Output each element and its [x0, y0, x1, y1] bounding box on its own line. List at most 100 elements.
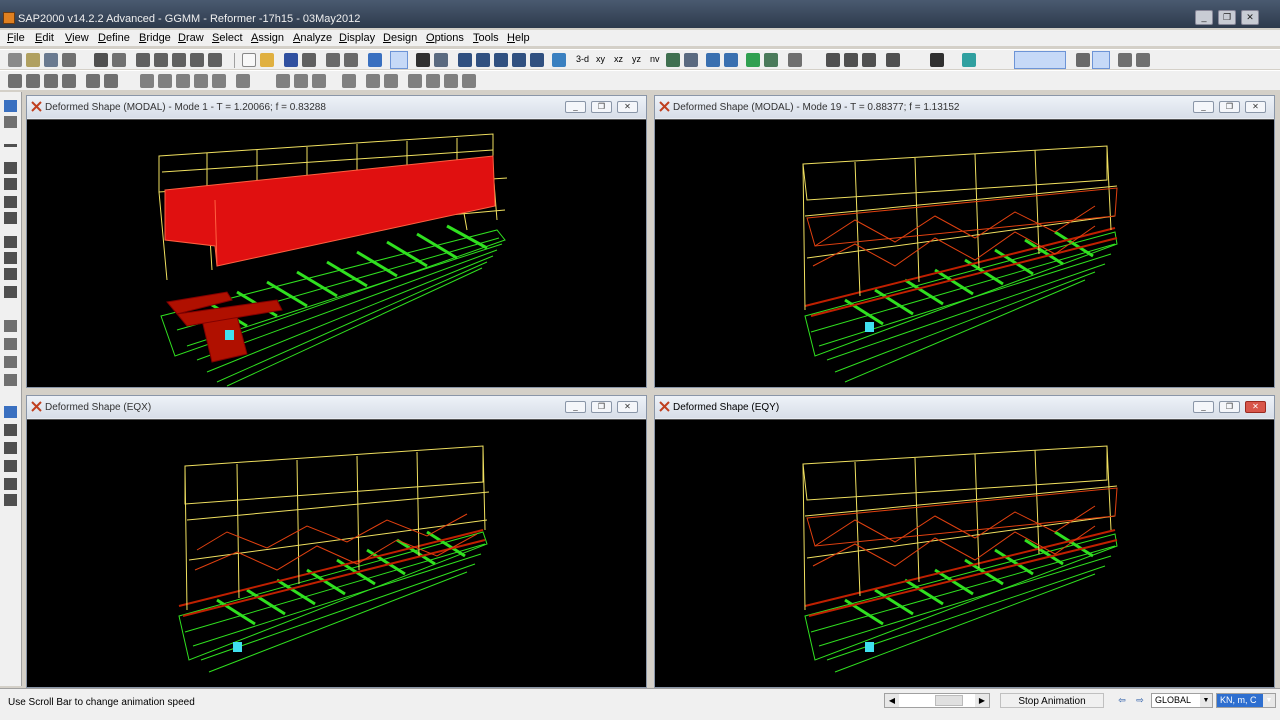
- support-icon[interactable]: [136, 53, 150, 67]
- scroll-left-arrow-icon[interactable]: ◀: [885, 694, 899, 707]
- snap-perpendicular-icon[interactable]: [4, 460, 17, 472]
- stop-animation-button[interactable]: Stop Animation: [1000, 693, 1104, 708]
- pan-icon[interactable]: [512, 53, 526, 67]
- draw-secondary-icon[interactable]: [4, 212, 17, 224]
- quick-draw-frame-icon[interactable]: [4, 178, 17, 190]
- menu-assign[interactable]: Assign: [251, 32, 284, 44]
- frame-icon[interactable]: [112, 53, 126, 67]
- view-yz-button[interactable]: yz: [632, 54, 641, 64]
- window-minimize-button[interactable]: _: [565, 401, 586, 413]
- menu-draw[interactable]: Draw: [178, 32, 204, 44]
- scroll-right-arrow-icon[interactable]: ▶: [975, 694, 989, 707]
- show-forces-icon[interactable]: [826, 53, 840, 67]
- window-minimize-button[interactable]: _: [1193, 101, 1214, 113]
- draw-rect-area-icon[interactable]: [4, 252, 17, 264]
- weld-icon[interactable]: [384, 74, 398, 88]
- spring-icon[interactable]: [154, 53, 168, 67]
- display-mode-group[interactable]: [1014, 51, 1066, 69]
- rubber-band-zoom-icon[interactable]: [530, 53, 544, 67]
- draw-poly-area-icon[interactable]: [4, 236, 17, 248]
- edit-icon[interactable]: [26, 53, 40, 67]
- rotate-3d-icon[interactable]: [666, 53, 680, 67]
- frame-release-icon[interactable]: [140, 74, 154, 88]
- quick-draw-area-icon[interactable]: [4, 268, 17, 280]
- snap-lines-icon[interactable]: [4, 478, 17, 490]
- draw-frame-icon[interactable]: [4, 162, 17, 174]
- window-caption[interactable]: Deformed Shape (EQX) _ ❐ ✕: [27, 396, 646, 418]
- menu-options[interactable]: Options: [426, 32, 464, 44]
- assign-load-icon[interactable]: [86, 74, 100, 88]
- show-tables-icon[interactable]: [930, 53, 944, 67]
- snap-ends-icon[interactable]: [4, 424, 17, 436]
- hinge-icon[interactable]: [172, 53, 186, 67]
- viewport-window-eqx[interactable]: Deformed Shape (EQX) _ ❐ ✕: [26, 395, 647, 688]
- undo-icon[interactable]: [326, 53, 340, 67]
- menu-file[interactable]: File: [7, 32, 25, 44]
- zoom-window-icon[interactable]: [458, 53, 472, 67]
- frame-load-icon[interactable]: [176, 74, 190, 88]
- show-loads-icon[interactable]: [844, 53, 858, 67]
- joint-icon[interactable]: [94, 53, 108, 67]
- insertion-point-icon[interactable]: [444, 74, 458, 88]
- window-caption[interactable]: Deformed Shape (EQY) _ ❐ ✕: [655, 396, 1274, 418]
- draw-solid-icon[interactable]: [4, 286, 17, 298]
- menu-bridge[interactable]: Bridge: [139, 32, 171, 44]
- prev-step-icon[interactable]: ⇦: [1114, 693, 1130, 707]
- window-minimize-button[interactable]: _: [1193, 401, 1214, 413]
- menu-select[interactable]: Select: [212, 32, 243, 44]
- diaphragm-icon[interactable]: [342, 74, 356, 88]
- open-folder-icon[interactable]: [260, 53, 274, 67]
- window-close-button[interactable]: ✕: [1245, 401, 1266, 413]
- new-file-icon[interactable]: [242, 53, 256, 67]
- select-all-icon[interactable]: [4, 320, 17, 332]
- sap2000-app-icon[interactable]: [3, 12, 15, 24]
- draw-brace-icon[interactable]: [4, 196, 17, 208]
- save-icon[interactable]: [284, 53, 298, 67]
- show-undeformed-icon[interactable]: [788, 53, 802, 67]
- zoom-out-icon[interactable]: [494, 53, 508, 67]
- assign-restraint-icon[interactable]: [104, 74, 118, 88]
- model-viewport[interactable]: [655, 419, 1274, 687]
- set-display-options-icon[interactable]: [746, 53, 760, 67]
- window-restore-button[interactable]: ❐: [1219, 401, 1240, 413]
- intersecting-line-icon[interactable]: [4, 374, 17, 386]
- view-3d-button[interactable]: 3-d: [576, 54, 589, 64]
- window-icon[interactable]: [1118, 53, 1132, 67]
- model-viewport[interactable]: [27, 419, 646, 687]
- move-up-icon[interactable]: [706, 53, 720, 67]
- window-close-button[interactable]: ✕: [617, 401, 638, 413]
- replicate-icon[interactable]: [44, 53, 58, 67]
- assign-joint-icon[interactable]: [8, 74, 22, 88]
- view-xy-button[interactable]: xy: [596, 54, 605, 64]
- print-icon[interactable]: [302, 53, 316, 67]
- show-stresses-icon[interactable]: [862, 53, 876, 67]
- window-restore-button[interactable]: ❐: [591, 101, 612, 113]
- scroll-thumb[interactable]: [935, 695, 963, 706]
- next-step-icon[interactable]: ⇨: [1132, 693, 1148, 707]
- snap-fine-grid-icon[interactable]: [4, 494, 17, 506]
- menu-design[interactable]: Design: [383, 32, 417, 44]
- close-button[interactable]: ✕: [1241, 10, 1259, 25]
- check-icon[interactable]: [764, 53, 778, 67]
- joint-pattern-icon[interactable]: [276, 74, 290, 88]
- menu-edit[interactable]: Edit: [35, 32, 54, 44]
- minimize-button[interactable]: _: [1195, 10, 1213, 25]
- group-icon[interactable]: [236, 74, 250, 88]
- design-icon[interactable]: [962, 53, 976, 67]
- model-viewport[interactable]: [27, 119, 646, 387]
- assign-frame-icon[interactable]: [26, 74, 40, 88]
- model-viewport[interactable]: [655, 119, 1274, 387]
- reshape-icon[interactable]: [4, 116, 17, 128]
- zoom-in-icon[interactable]: [476, 53, 490, 67]
- menu-tools[interactable]: Tools: [473, 32, 499, 44]
- assign-link-icon[interactable]: [62, 74, 76, 88]
- window-close-button[interactable]: ✕: [617, 101, 638, 113]
- run-analysis-button[interactable]: [390, 51, 408, 69]
- animation-speed-scrollbar[interactable]: ◀ ▶: [884, 693, 990, 708]
- window-close-button[interactable]: ✕: [1245, 101, 1266, 113]
- full-view-icon[interactable]: [552, 53, 566, 67]
- window-minimize-button[interactable]: _: [565, 101, 586, 113]
- restore-button[interactable]: ❐: [1218, 10, 1236, 25]
- viewport-window-eqy[interactable]: Deformed Shape (EQY) _ ❐ ✕: [654, 395, 1275, 688]
- coord-system-select[interactable]: GLOBAL ▼: [1151, 693, 1213, 708]
